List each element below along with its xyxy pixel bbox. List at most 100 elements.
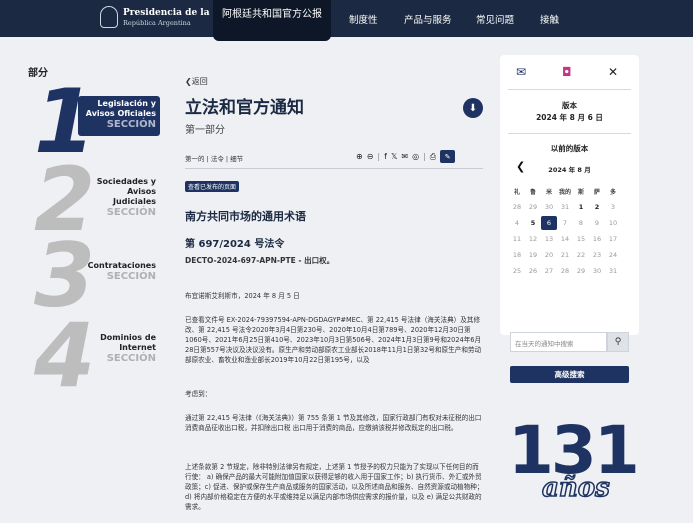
calendar-day: 10 [608,219,618,227]
calendar-day: 27 [544,267,554,275]
calendar-day: 7 [562,219,568,227]
mail-icon[interactable]: ✉ [401,152,408,161]
calendar-day[interactable]: 2 [589,203,605,211]
tab-official-bulletin[interactable]: 阿根廷共和国官方公报 [213,0,331,41]
page-subtitle: 第一部分 [185,125,225,136]
calendar-day: 12 [528,235,538,243]
calendar-day: 31 [560,203,570,211]
envelope-icon[interactable]: ✉ [516,65,526,79]
search-icon[interactable]: ⚲ [607,332,629,352]
calendar-day: 29 [528,203,538,211]
edition-label: 版本 [562,101,577,110]
calendar-day[interactable]: 1 [573,203,589,211]
calendar-day-selected[interactable]: 6 [541,216,557,230]
divider: | [377,152,381,161]
facebook-icon[interactable]: f [384,152,387,161]
section-label: Sociedades y Avisos Judiciales [96,177,156,206]
back-link[interactable]: ❮返回 [185,76,208,87]
view-published-page-button[interactable]: 查看已发布的页面 [185,181,240,192]
toolbar: ⊕ ⊖ | f 𝕏 ✉ ◎ | ⎙ ✎ [356,150,456,163]
weekday: 鲁 [529,188,536,196]
nav-contact[interactable]: 接触 [540,12,559,26]
section-sub: SECCIÓN [106,271,156,282]
decree-code: DECTO-2024-697-APN-PTE - 出口权。 [185,256,335,265]
divider [508,133,631,134]
edition-card: ✉ ◘ ✕ 版本 2024 年 8 月 6 日 以前的版本 ❮ 2024 年 8… [500,55,639,335]
calendar-month: 2024 年 8 月 [548,166,591,174]
section-4-link[interactable]: 4 Dominios de Internet SECCIÓN [34,312,164,400]
calendar-day: 28 [560,267,570,275]
calendar-day: 4 [514,219,520,227]
paragraph-considering-1: 通过第 22,415 号法律（《海关法典》）第 755 条第 1 节及其修改，国… [185,414,482,432]
x-icon[interactable]: ✕ [608,65,618,79]
section-label: Dominios de Internet [100,333,156,352]
section-label: Contrataciones [87,261,156,270]
section-sub: SECCIÓN [106,207,156,218]
calendar-day: 20 [544,251,554,259]
calendar-day: 19 [528,251,538,259]
section-label: Legislación y Avisos Oficiales [85,99,156,118]
zoom-out-icon[interactable]: ⊖ [367,152,374,161]
anniversary-logo: 131 años [508,415,640,515]
x-icon[interactable]: 𝕏 [391,152,397,161]
page-title: 立法和官方通知 [185,98,304,118]
divider [508,89,631,90]
calendar-day: 30 [544,203,554,211]
weekday: 米 [545,188,552,196]
calendar-day: 23 [592,251,602,259]
previous-editions-label: 以前的版本 [550,144,589,153]
print-icon[interactable]: ⎙ [430,152,436,162]
place-date: 布宜诺斯艾利斯市，2024 年 8 月 5 日 [185,292,300,300]
nav-products-services[interactable]: 产品与服务 [404,12,452,26]
calendar-day: 25 [512,267,522,275]
calendar-day: 18 [512,251,522,259]
weekday: 礼 [513,188,520,196]
calendar-day: 30 [592,267,602,275]
weekday: 多 [609,188,616,196]
nav-faq[interactable]: 常见问题 [476,12,514,26]
calendar-day: 8 [578,219,584,227]
paragraph-seen: 已查看文件号 EX-2024-79397594-APN-DGDAGYP#MEC、… [185,316,482,364]
calendar-day: 11 [512,235,522,243]
divider: | [423,152,426,161]
calendar-day: 21 [560,251,570,259]
coat-of-arms-icon [100,6,118,28]
calendar-day: 17 [608,235,618,243]
whatsapp-icon[interactable]: ◎ [412,152,419,161]
search-input[interactable]: 在当天的通知中搜索 [510,332,607,352]
download-icon[interactable]: ⬇ [463,98,483,118]
calendar-day: 28 [512,203,522,211]
link-icon[interactable]: ✎ [440,150,456,163]
calendar-day: 22 [576,251,586,259]
decree-number: 第 697/2024 号法令 [185,239,285,250]
breadcrumb: 第一的 | 法令 | 细节 [185,155,244,163]
calendar-day: 9 [594,219,600,227]
weekday: 我的 [558,188,571,196]
calendar-day: 15 [576,235,586,243]
calendar-day: 14 [560,235,570,243]
advanced-search-button[interactable]: 高级搜索 [510,366,629,383]
calendar-day: 13 [544,235,554,243]
calendar-day[interactable]: 5 [525,219,541,227]
nav-institutional[interactable]: 制度性 [349,12,378,26]
calendar-day: 3 [610,203,616,211]
considering-label: 考虑到： [185,390,212,398]
top-navbar: Presidencia de la Nación República Argen… [0,0,693,41]
calendar-day: 24 [608,251,618,259]
paragraph-considering-2: 上述条款第 2 节规定，除非特别法律另有规定，上述第 1 节授予的权力只能为了实… [185,463,484,511]
section-3-link[interactable]: 3 Contrataciones SECCIÓN [34,232,164,320]
section-sub: SECCIÓN [106,119,156,130]
article-title: 南方共同市场的通用术语 [185,210,306,223]
zoom-in-icon[interactable]: ⊕ [356,152,363,161]
weekday: 萨 [593,188,600,196]
instagram-icon[interactable]: ◘ [562,65,572,79]
calendar-day: 16 [592,235,602,243]
section-sub: SECCIÓN [106,353,156,364]
calendar-day: 26 [528,267,538,275]
chevron-left-icon: ❮ [185,77,192,86]
anniversary-word: años [541,472,610,504]
calendar: 礼 鲁 米 我的 斯 萨 多 28 29 30 31 1 2 3 4 5 6 7… [509,183,621,279]
edition-date: 2024 年 8 月 6 日 [536,113,603,122]
calendar-day: 29 [576,267,586,275]
divider [185,168,483,169]
